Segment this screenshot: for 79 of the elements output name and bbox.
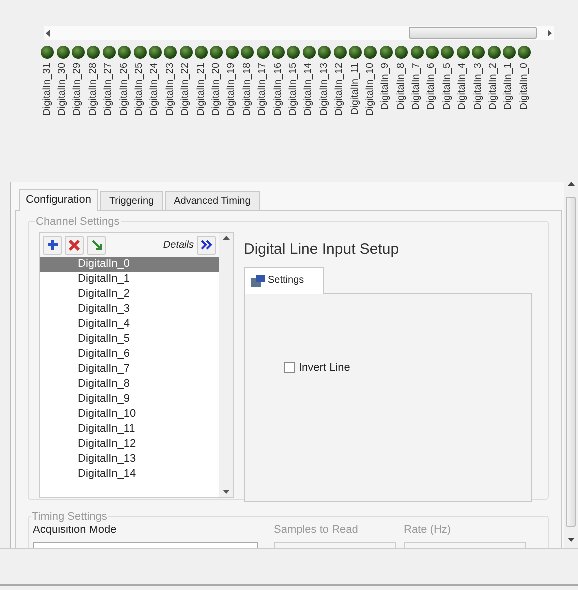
scrollbar-thumb[interactable]	[566, 197, 576, 527]
led-label: DigitalIn_25	[134, 63, 146, 116]
scroll-left-icon[interactable]	[46, 30, 51, 36]
led-label: DigitalIn_27	[103, 63, 116, 116]
plus-icon	[46, 239, 58, 251]
channel-list[interactable]: Details DigitalIn_0 DigitalIn_1 DigitalIn_2 DigitalIn_3 DigitalIn_4 DigitalIn_5 DigitalIn_6 DigitalIn_7 DigitalIn_8 DigitalIn_9 DigitalIn_10 DigitalIn_11 DigitalIn_12 DigitalIn_13 DigitalIn_14	[39, 232, 234, 498]
led-label: DigitalIn_20	[210, 63, 223, 116]
scroll-up-icon[interactable]	[222, 236, 230, 240]
setup-title: Digital Line Input Setup	[244, 240, 400, 260]
scroll-down-icon[interactable]	[568, 538, 574, 542]
arrow-button[interactable]	[87, 236, 106, 254]
remove-button[interactable]	[65, 236, 84, 254]
led-label: DigitalIn_7	[411, 63, 424, 110]
channel-item[interactable]: DigitalIn_3	[40, 302, 219, 317]
led-label: DigitalIn_4	[457, 63, 470, 110]
channel-item[interactable]: DigitalIn_14	[40, 467, 219, 482]
horizontal-scrollbar[interactable]	[44, 26, 554, 40]
channel-item[interactable]: DigitalIn_11	[40, 422, 219, 437]
channel-item[interactable]: DigitalIn_7	[40, 362, 219, 377]
checkbox-label: Invert Line	[299, 360, 350, 376]
channel-item[interactable]: DigitalIn_0	[40, 257, 219, 272]
channel-item[interactable]: DigitalIn_8	[40, 377, 219, 392]
led-label: DigitalIn_8	[396, 63, 408, 110]
close-icon	[69, 240, 80, 250]
led-label: DigitalIn_17	[257, 63, 270, 116]
tab[interactable]: Advanced Timing	[165, 191, 260, 210]
details-button[interactable]	[197, 236, 216, 254]
channel-item[interactable]: DigitalIn_9	[40, 392, 219, 407]
channel-item[interactable]: DigitalIn_4	[40, 317, 219, 332]
led-label: DigitalIn_31	[42, 63, 54, 116]
scroll-right-icon[interactable]	[547, 30, 552, 36]
led-label: DigitalIn_9	[380, 63, 392, 110]
diagonal-arrow-icon	[90, 239, 102, 251]
led-label: DigitalIn_0	[518, 63, 531, 110]
group-title: Channel Settings	[35, 214, 121, 230]
add-button[interactable]	[43, 236, 62, 254]
channel-item[interactable]: DigitalIn_13	[40, 452, 219, 467]
led-label: DigitalIn_21	[196, 63, 208, 116]
double-chevron-icon	[200, 240, 212, 250]
details-label: Details	[163, 238, 194, 252]
channel-item[interactable]: DigitalIn_1	[40, 272, 219, 287]
led-label: DigitalIn_3	[472, 63, 485, 110]
led-label: DigitalIn_2	[488, 63, 500, 110]
led-label: DigitalIn_6	[426, 63, 438, 110]
channel-item[interactable]: DigitalIn_2	[40, 287, 219, 302]
vertical-scrollbar[interactable]	[219, 233, 233, 497]
led-label: DigitalIn_23	[164, 63, 177, 116]
led-label: DigitalIn_29	[72, 63, 84, 116]
led-label: DigitalIn_30	[57, 63, 70, 116]
led-label: DigitalIn_15	[288, 63, 300, 116]
field-label: Samples to Read	[274, 524, 358, 536]
led-label: DigitalIn_18	[242, 63, 254, 116]
field-label: Acquisition Mode	[33, 524, 117, 536]
scroll-down-icon[interactable]	[222, 490, 230, 494]
channel-item[interactable]: DigitalIn_5	[40, 332, 219, 347]
led-label: DigitalIn_5	[442, 63, 454, 110]
led-label: DigitalIn_22	[180, 63, 192, 116]
led-label: DigitalIn_1	[503, 63, 516, 110]
led-label: DigitalIn_10	[364, 63, 377, 116]
settings-tab[interactable]: Settings	[244, 266, 324, 294]
group-title: Timing Settings	[31, 509, 108, 526]
led-label: DigitalIn_19	[226, 63, 238, 116]
tab[interactable]: Configuration	[19, 189, 98, 211]
led-label: DigitalIn_12	[334, 63, 346, 116]
channel-item[interactable]: DigitalIn_10	[40, 407, 219, 422]
checkbox[interactable]	[284, 362, 295, 374]
led-label: DigitalIn_13	[318, 63, 331, 116]
led-label: DigitalIn_26	[118, 63, 131, 116]
led-label: DigitalIn_16	[272, 63, 285, 116]
field-label: Rate (Hz)	[404, 524, 452, 536]
led-label: DigitalIn_24	[149, 63, 162, 116]
tab[interactable]: Triggering	[100, 191, 164, 210]
led-label: DigitalIn_11	[350, 63, 362, 116]
led-label: DigitalIn_14	[303, 63, 316, 116]
channel-item[interactable]: DigitalIn_12	[40, 437, 219, 452]
channel-item[interactable]: DigitalIn_6	[40, 347, 219, 362]
led-label: DigitalIn_28	[88, 63, 100, 116]
settings-icon	[251, 274, 265, 286]
scrollbar-thumb[interactable]	[409, 27, 537, 39]
